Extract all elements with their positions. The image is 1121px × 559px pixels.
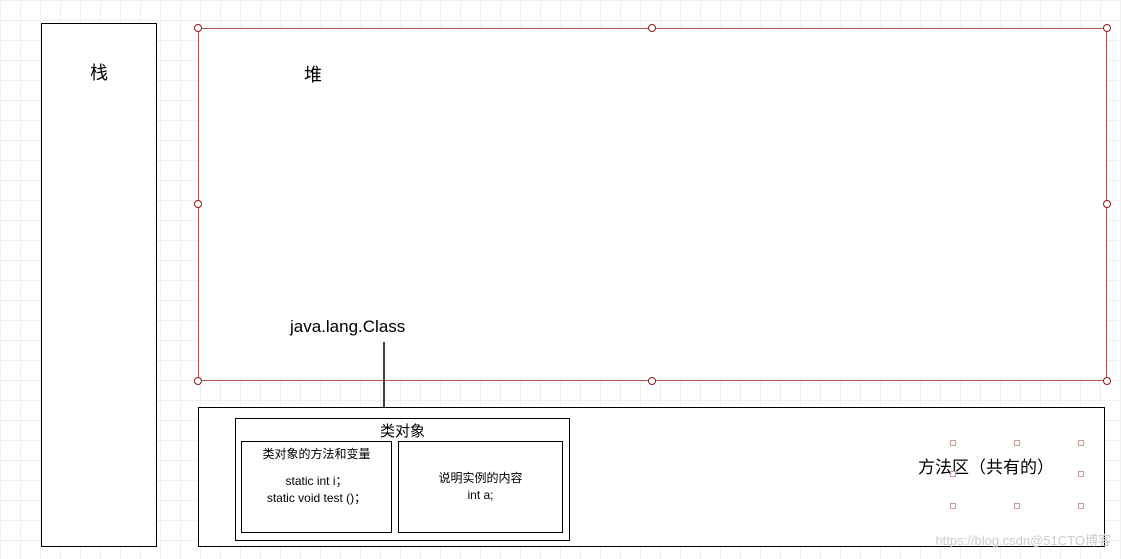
selection-handle[interactable] [950, 440, 956, 446]
selection-handle[interactable] [194, 377, 202, 385]
selection-handle[interactable] [194, 24, 202, 32]
watermark: https://blog.csdn@51CTO博客 [935, 530, 1111, 549]
selection-handle[interactable] [950, 471, 956, 477]
class-methods-vars-code: static int i； static void test ()； [242, 473, 391, 507]
selection-handle[interactable] [1103, 377, 1111, 385]
class-methods-vars-title: 类对象的方法和变量 [242, 446, 391, 463]
class-methods-vars-box[interactable]: 类对象的方法和变量 static int i； static void test… [241, 441, 392, 533]
selection-handle[interactable] [1103, 200, 1111, 208]
class-object-title: 类对象 [236, 420, 569, 441]
selection-handle[interactable] [648, 24, 656, 32]
heap-label: 堆 [304, 61, 322, 87]
selection-handle[interactable] [194, 200, 202, 208]
instance-desc-box[interactable]: 说明实例的内容 int a; [398, 441, 563, 533]
java-lang-class-label: java.lang.Class [290, 317, 405, 337]
method-area-label: 方法区（共有的） [918, 456, 1054, 480]
stack-label: 栈 [42, 59, 156, 85]
selection-handle[interactable] [648, 377, 656, 385]
selection-handle[interactable] [1014, 503, 1020, 509]
selection-handle[interactable] [1103, 24, 1111, 32]
stack-box[interactable]: 栈 [41, 23, 157, 547]
instance-desc-title: 说明实例的内容 [438, 470, 522, 487]
selection-handle[interactable] [1078, 440, 1084, 446]
selection-handle[interactable] [950, 503, 956, 509]
selection-handle[interactable] [1014, 440, 1020, 446]
selection-handle[interactable] [1078, 503, 1084, 509]
instance-desc-code: int a; [467, 487, 493, 504]
selection-handle[interactable] [1078, 471, 1084, 477]
